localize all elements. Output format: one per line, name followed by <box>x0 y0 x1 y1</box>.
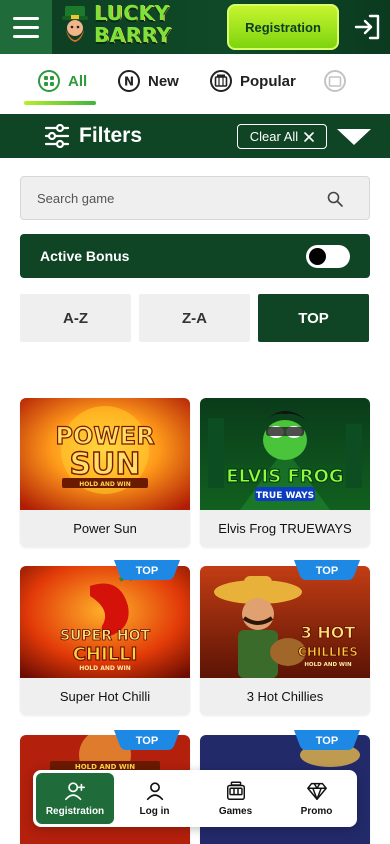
art-subtitle: HOLD AND WIN <box>79 481 131 488</box>
login-icon[interactable] <box>352 12 382 42</box>
game-card-elvis-frog[interactable]: ELVIS FROG TRUE WAYS Elvis Frog TRUEWAYS <box>200 398 370 547</box>
game-name: 3 Hot Chillies <box>246 689 324 704</box>
top-badge: TOP <box>114 730 180 750</box>
search-box <box>20 176 370 220</box>
svg-text:SUPER HOT: SUPER HOT <box>60 628 151 644</box>
badge-label: TOP <box>136 735 158 747</box>
tab-label: Popular <box>240 72 296 90</box>
registration-button[interactable]: Registration <box>227 4 339 50</box>
nav-games[interactable]: Games <box>195 770 276 827</box>
art-subtitle: HOLD AND WIN <box>304 662 352 668</box>
new-icon: N <box>118 70 140 92</box>
game-name: Super Hot Chilli <box>59 689 151 704</box>
nav-label: Registration <box>45 806 105 817</box>
game-thumbnail: ELVIS FROG TRUE WAYS <box>200 398 370 510</box>
user-icon <box>146 782 163 801</box>
top-badge: TOP <box>114 560 180 580</box>
tab-label: All <box>68 72 88 90</box>
chevron-down-icon[interactable] <box>336 127 372 147</box>
top-badge: TOP <box>294 730 360 750</box>
tab-new[interactable]: N New <box>118 70 179 92</box>
top-badge: TOP <box>294 560 360 580</box>
sort-top-button[interactable]: TOP <box>258 294 369 342</box>
nav-login[interactable]: Log in <box>114 770 195 827</box>
badge-label: TOP <box>316 735 338 747</box>
menu-button[interactable] <box>0 0 52 54</box>
sort-za-button[interactable]: Z-A <box>139 294 250 342</box>
nav-registration[interactable]: Registration <box>36 773 114 824</box>
active-bonus-label: Active Bonus <box>40 248 130 264</box>
tab-more[interactable] <box>324 70 346 92</box>
game-card-power-sun[interactable]: POWER SUN HOLD AND WIN Power Sun <box>20 398 190 547</box>
active-bonus-row: Active Bonus <box>20 234 370 278</box>
svg-text:N: N <box>124 75 134 89</box>
art-title: POWER <box>55 422 154 450</box>
game-thumbnail: 3 HOT CHILLIES HOLD AND WIN <box>200 566 370 678</box>
art-subtitle: TRUE WAYS <box>256 491 314 501</box>
clear-all-label: Clear All <box>249 129 299 144</box>
filters-title: Filters <box>79 124 143 147</box>
diamond-icon <box>306 782 327 800</box>
menu-icon-bar <box>13 34 39 38</box>
tab-label: New <box>148 72 179 90</box>
slot-machine-icon <box>210 70 232 92</box>
game-thumbnail: POWER SUN HOLD AND WIN <box>20 398 190 510</box>
nav-promo[interactable]: Promo <box>276 770 357 827</box>
menu-icon-bar <box>13 25 39 29</box>
search-icon[interactable] <box>327 191 343 207</box>
svg-text:ELVIS FROG: ELVIS FROG <box>226 466 343 487</box>
game-name: Power Sun <box>73 521 137 536</box>
search-input[interactable] <box>21 177 321 219</box>
game-thumbnail: SUPER HOT CHILLI HOLD AND WIN <box>20 566 190 678</box>
art-subtitle: HOLD AND WIN <box>79 665 131 672</box>
logo-line2: BARRY <box>94 23 172 47</box>
tab-popular[interactable]: Popular <box>210 70 296 92</box>
sliders-icon <box>44 124 70 148</box>
add-user-icon <box>65 782 85 801</box>
page: LUCKY BARRY Registration All N New Popul… <box>0 0 390 844</box>
nav-label: Games <box>218 806 253 817</box>
game-name: Elvis Frog TRUEWAYS <box>218 521 352 536</box>
nav-label: Log in <box>139 806 170 817</box>
bottom-nav: Registration Log in Games Promo <box>33 770 357 827</box>
toggle-knob <box>309 248 326 265</box>
slot-machine-icon <box>324 70 346 92</box>
close-icon <box>304 131 315 142</box>
filters-bar: Filters Clear All <box>0 114 390 158</box>
svg-text:CHILLIES: CHILLIES <box>298 645 358 659</box>
brand-logo[interactable]: LUCKY BARRY <box>60 2 180 50</box>
active-bonus-toggle[interactable] <box>306 245 350 268</box>
menu-icon-bar <box>13 16 39 20</box>
badge-label: TOP <box>136 565 158 577</box>
grid-icon <box>38 70 60 92</box>
clear-all-button[interactable]: Clear All <box>237 124 327 149</box>
game-card-super-hot-chilli[interactable]: SUPER HOT CHILLI HOLD AND WIN Super Hot … <box>20 566 190 715</box>
svg-text:3 HOT: 3 HOT <box>301 623 356 642</box>
nav-label: Promo <box>300 806 333 817</box>
tab-all[interactable]: All <box>38 70 87 92</box>
sort-az-button[interactable]: A-Z <box>20 294 131 342</box>
game-card-3-hot-chillies[interactable]: 3 HOT CHILLIES HOLD AND WIN 3 Hot Chilli… <box>200 566 370 715</box>
top-header: LUCKY BARRY Registration <box>0 0 390 54</box>
leprechaun-icon <box>62 6 88 42</box>
svg-text:SUN: SUN <box>69 447 140 482</box>
category-tabs: All N New Popular <box>0 54 390 114</box>
logo-text: LUCKY BARRY <box>94 2 171 46</box>
badge-label: TOP <box>316 565 338 577</box>
slot-machine-icon <box>226 781 245 800</box>
logo-line1: LUCKY <box>94 1 170 25</box>
active-tab-indicator <box>24 101 96 105</box>
svg-text:CHILLI: CHILLI <box>73 644 138 665</box>
